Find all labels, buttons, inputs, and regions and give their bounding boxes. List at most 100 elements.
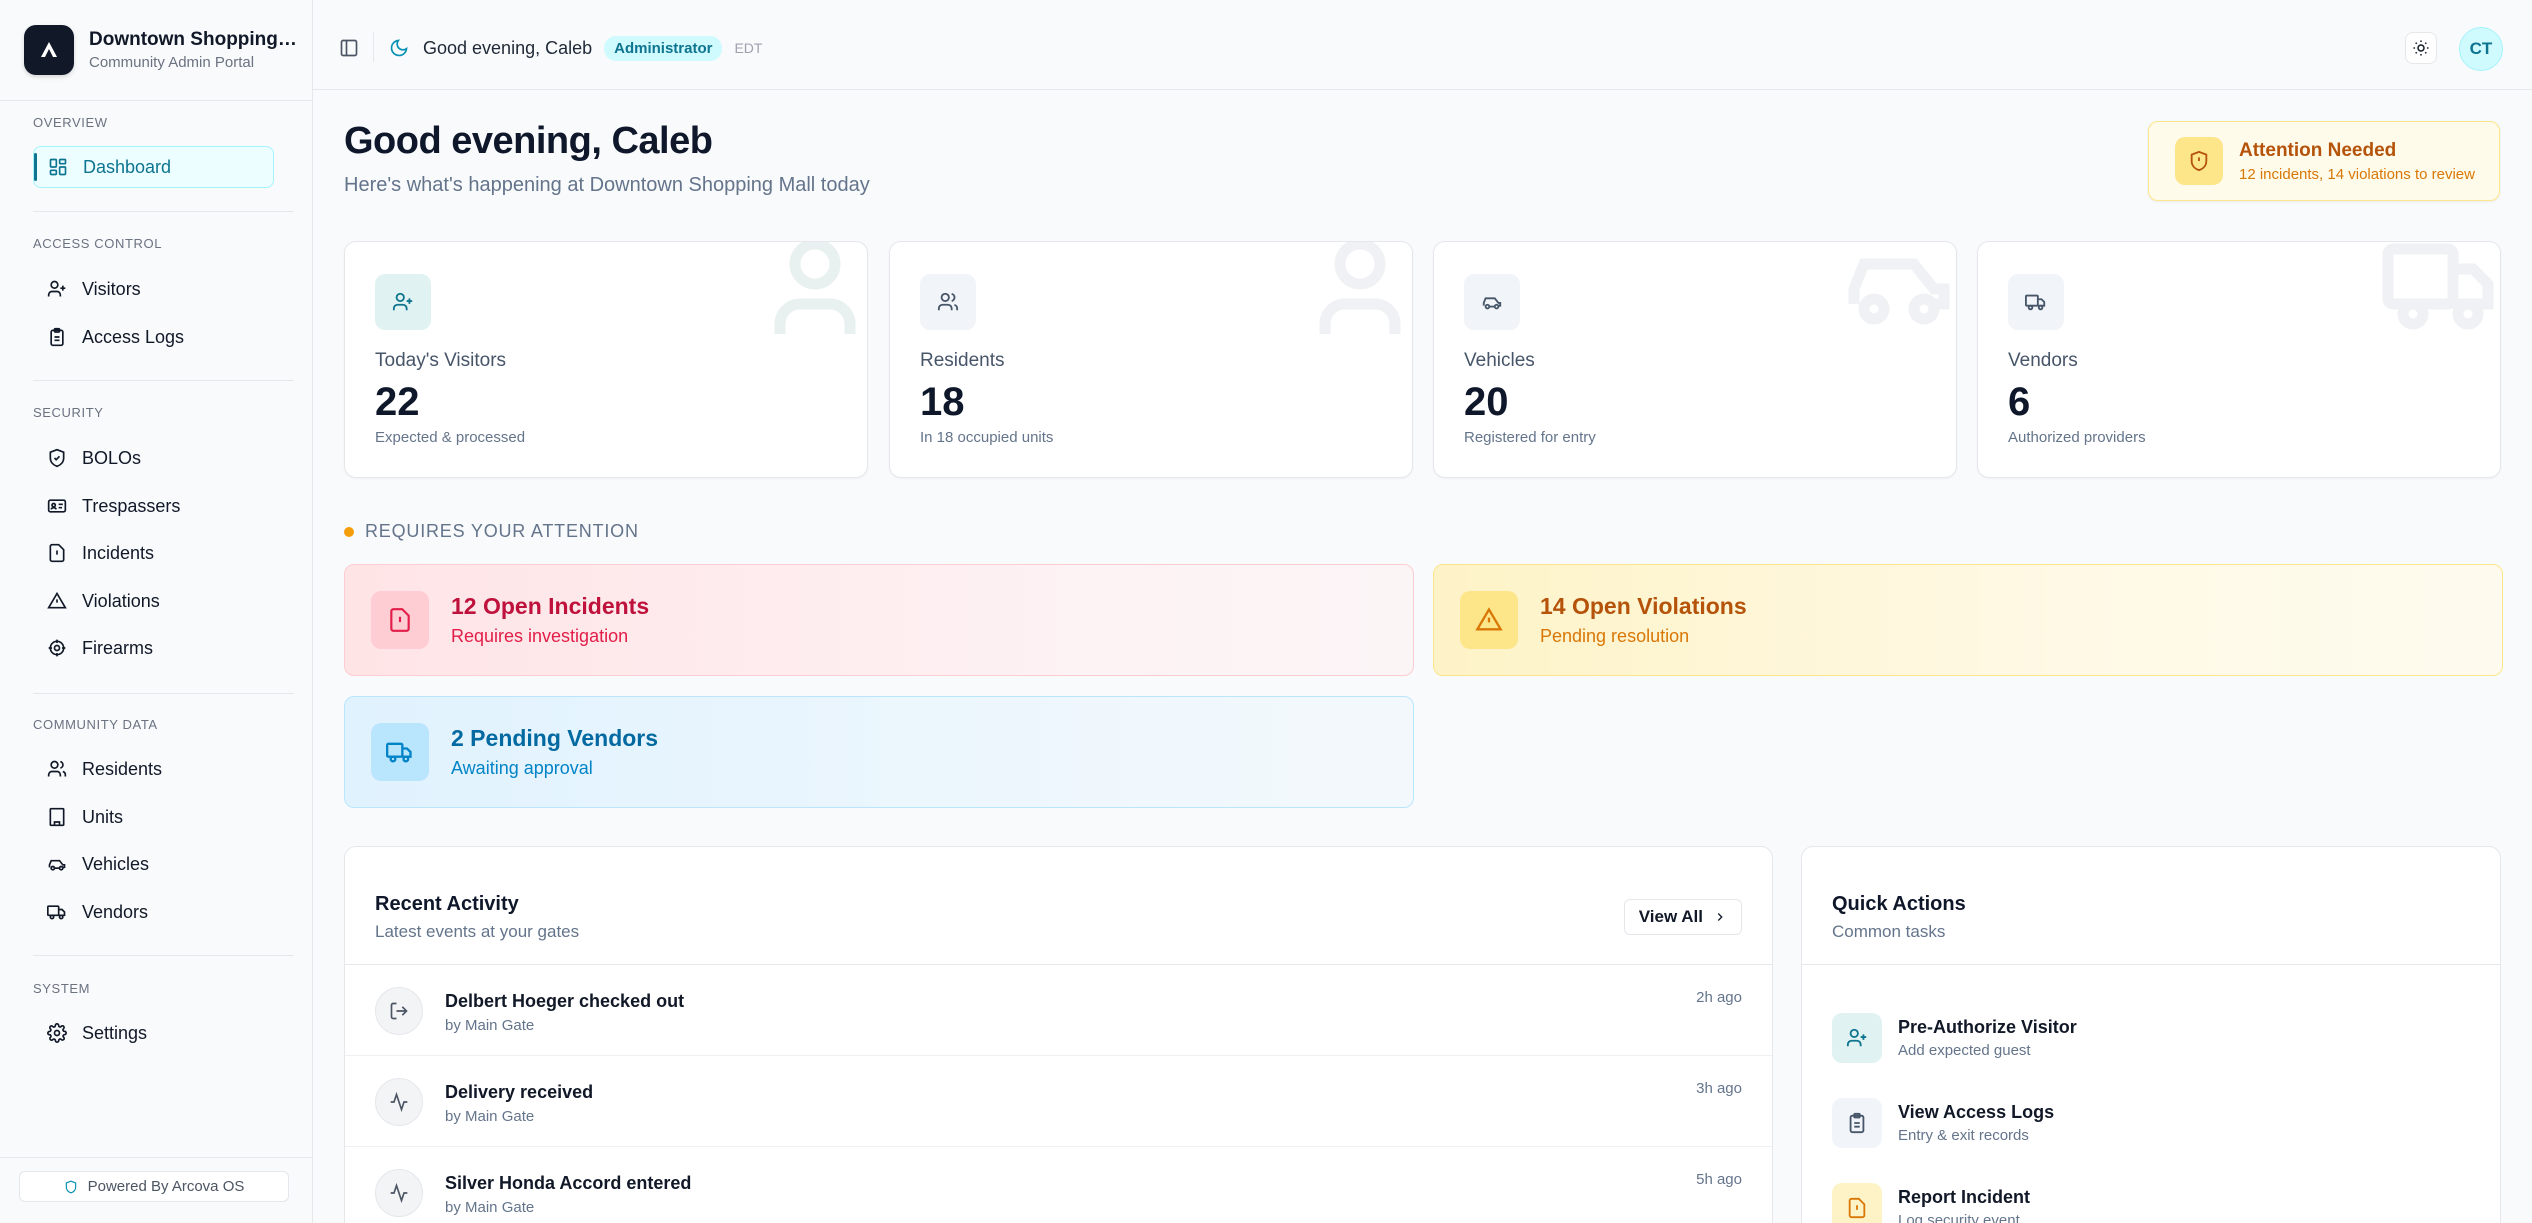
view-access-logs-action[interactable]: View Access Logs Entry & exit records xyxy=(1832,1097,2054,1149)
top-bar: Good evening, Caleb Administrator EDT CT xyxy=(313,0,2532,90)
stat-value: 6 xyxy=(2008,380,2031,424)
sidebar-item-violations[interactable]: Violations xyxy=(33,580,274,622)
truck-icon xyxy=(47,902,67,922)
activity-source: by Main Gate xyxy=(445,1108,535,1125)
arcova-logo-icon xyxy=(24,25,74,75)
divider xyxy=(0,100,313,101)
activity-time: 2h ago xyxy=(1696,989,1742,1006)
sidebar-item-visitors[interactable]: Visitors xyxy=(33,268,274,310)
stat-label: Today's Visitors xyxy=(375,350,507,371)
chevron-right-icon xyxy=(1713,910,1727,924)
action-title: Pre-Authorize Visitor xyxy=(1898,1017,2077,1037)
alert-subtitle: Awaiting approval xyxy=(451,758,593,778)
action-title: View Access Logs xyxy=(1898,1102,2055,1122)
file-alert-icon xyxy=(371,591,429,649)
sidebar-item-label: Incidents xyxy=(82,542,155,563)
status-dot xyxy=(344,526,354,537)
users-icon xyxy=(920,274,976,330)
car-icon xyxy=(47,854,67,874)
theme-toggle-button[interactable] xyxy=(2405,32,2437,64)
triangle-alert-icon xyxy=(1460,591,1518,649)
sidebar-item-units[interactable]: Units xyxy=(33,796,274,838)
id-card-icon xyxy=(47,496,67,516)
clipboard-icon xyxy=(1832,1098,1882,1148)
shield-check-icon xyxy=(47,448,67,468)
greeting-text: Good evening, Caleb xyxy=(423,37,593,58)
sidebar-item-incidents[interactable]: Incidents xyxy=(33,532,274,574)
activity-row[interactable]: Delivery received by Main Gate 3h ago xyxy=(345,1056,1772,1147)
activity-time: 3h ago xyxy=(1696,1080,1742,1097)
alert-title: 14 Open Violations xyxy=(1540,593,1747,619)
panel-left-icon xyxy=(339,38,359,58)
view-all-label: View All xyxy=(1638,907,1703,926)
stat-value: 20 xyxy=(1464,380,1509,424)
stat-card-vehicles[interactable]: Vehicles 20 Registered for entry xyxy=(1433,241,1957,478)
sidebar-item-label: Visitors xyxy=(82,278,141,299)
brand-name: Downtown Shopping Mall xyxy=(89,29,299,50)
requires-attention-heading: REQUIRES YOUR ATTENTION xyxy=(344,521,639,542)
shield-icon xyxy=(64,1179,78,1195)
sidebar-item-label: Firearms xyxy=(82,637,153,658)
file-alert-icon xyxy=(1832,1183,1882,1223)
activity-row[interactable]: Silver Honda Accord entered by Main Gate… xyxy=(345,1147,1772,1223)
view-all-button[interactable]: View All xyxy=(1623,899,1742,935)
sidebar-item-firearms[interactable]: Firearms xyxy=(33,627,274,669)
car-icon xyxy=(1464,274,1520,330)
quick-actions-panel: Quick Actions Common tasks Pre-Authorize… xyxy=(1801,846,2501,1223)
open-incidents-card[interactable]: 12 Open Incidents Requires investigation xyxy=(344,564,1414,676)
nav-section-access-control: ACCESS CONTROL xyxy=(33,236,163,251)
sidebar-item-label: Vendors xyxy=(82,901,149,922)
nav-section-community-data: COMMUNITY DATA xyxy=(33,717,158,732)
attention-needed-card[interactable]: Attention Needed 12 incidents, 14 violat… xyxy=(2148,121,2500,201)
panel-subtitle: Common tasks xyxy=(1832,922,1946,941)
sidebar-item-dashboard[interactable]: Dashboard xyxy=(33,146,274,188)
building-icon xyxy=(47,807,67,827)
sidebar-item-label: Settings xyxy=(82,1022,148,1043)
stat-description: Authorized providers xyxy=(2008,429,2146,446)
sidebar-item-access-logs[interactable]: Access Logs xyxy=(33,316,274,358)
stat-card-vendors[interactable]: Vendors 6 Authorized providers xyxy=(1977,241,2501,478)
sidebar-item-label: Units xyxy=(82,806,124,827)
sidebar-item-trespassers[interactable]: Trespassers xyxy=(33,485,274,527)
brand-subtitle: Community Admin Portal xyxy=(89,54,255,71)
sidebar-item-label: Violations xyxy=(82,590,160,611)
sidebar-item-vehicles[interactable]: Vehicles xyxy=(33,843,274,885)
stat-label: Residents xyxy=(920,350,1005,371)
sidebar-item-vendors[interactable]: Vendors xyxy=(33,891,274,933)
alert-title: 2 Pending Vendors xyxy=(451,725,659,751)
log-out-icon xyxy=(375,987,423,1035)
sidebar-item-settings[interactable]: Settings xyxy=(33,1012,274,1054)
activity-row[interactable]: Delbert Hoeger checked out by Main Gate … xyxy=(345,965,1772,1056)
moon-icon xyxy=(389,38,409,58)
sidebar-toggle-button[interactable] xyxy=(337,36,361,60)
sidebar-item-label: Access Logs xyxy=(82,326,185,347)
pending-vendors-card[interactable]: 2 Pending Vendors Awaiting approval xyxy=(344,696,1414,808)
report-incident-action[interactable]: Report Incident Log security event xyxy=(1832,1182,2030,1223)
sidebar-item-label: BOLOs xyxy=(82,447,142,468)
sidebar-item-label: Trespassers xyxy=(82,495,181,516)
activity-time: 5h ago xyxy=(1696,1171,1742,1188)
stat-description: Registered for entry xyxy=(1464,429,1596,446)
brand[interactable]: Downtown Shopping Mall Community Admin P… xyxy=(24,24,299,76)
powered-by-text: Powered By Arcova OS xyxy=(87,1178,245,1195)
truck-icon xyxy=(371,723,429,781)
sidebar-item-bolos[interactable]: BOLOs xyxy=(33,437,274,479)
activity-title: Delivery received xyxy=(445,1082,594,1102)
car-watermark-icon xyxy=(1848,258,1950,325)
users-watermark-icon xyxy=(1319,242,1401,334)
open-violations-card[interactable]: 14 Open Violations Pending resolution xyxy=(1433,564,2503,676)
stat-value: 22 xyxy=(375,380,420,424)
pre-authorize-visitor-action[interactable]: Pre-Authorize Visitor Add expected guest xyxy=(1832,1012,2077,1064)
sidebar-item-residents[interactable]: Residents xyxy=(33,748,274,790)
alert-title: 12 Open Incidents xyxy=(451,593,650,619)
truck-icon xyxy=(2008,274,2064,330)
avatar[interactable]: CT xyxy=(2459,27,2503,71)
sidebar-item-label: Residents xyxy=(82,758,163,779)
stat-card-residents[interactable]: Residents 18 In 18 occupied units xyxy=(889,241,1413,478)
action-subtitle: Log security event xyxy=(1898,1212,2020,1223)
page-title: Good evening, Caleb xyxy=(344,120,713,162)
divider xyxy=(33,380,294,381)
stat-card-visitors[interactable]: Today's Visitors 22 Expected & processed xyxy=(344,241,868,478)
recent-activity-panel: Recent Activity Latest events at your ga… xyxy=(344,846,1773,1223)
triangle-alert-icon xyxy=(47,591,67,611)
